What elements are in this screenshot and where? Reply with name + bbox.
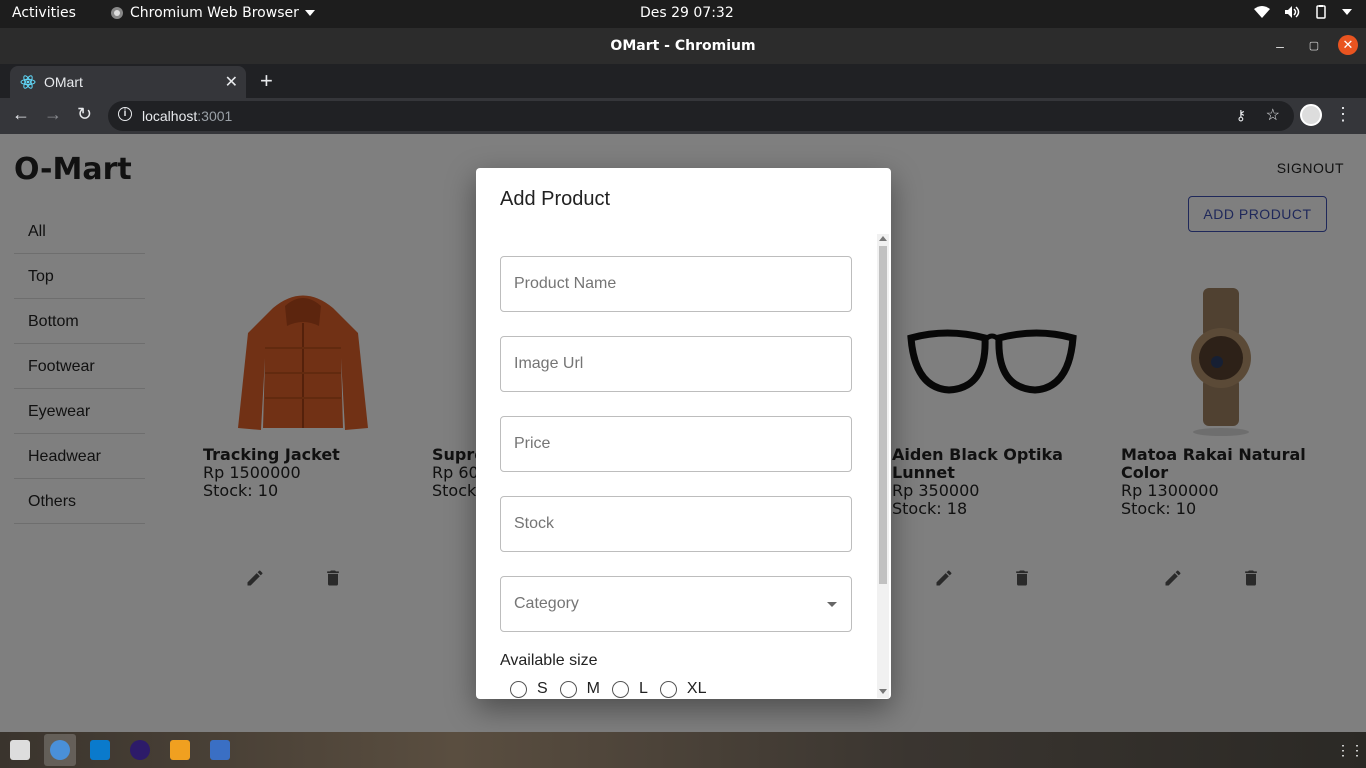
volume-icon <box>1285 6 1300 18</box>
url-text[interactable]: localhost:3001 <box>142 108 232 124</box>
menu-kebab-icon[interactable]: ⋮ <box>1334 104 1352 125</box>
dialog-form: Category Available size S M L XL <box>500 256 852 698</box>
size-radio-l[interactable] <box>612 680 629 698</box>
size-radio-xl[interactable] <box>659 680 677 698</box>
window-title: OMart - Chromium <box>610 38 756 54</box>
product-name-input[interactable] <box>514 257 834 311</box>
forward-icon[interactable]: → <box>44 104 62 125</box>
files-icon[interactable] <box>10 740 30 760</box>
back-icon[interactable]: ← <box>12 104 30 125</box>
browser-toolbar: ← → ↻ i localhost:3001 ⚷ ☆ ⋮ <box>0 98 1366 134</box>
address-bar[interactable]: i localhost:3001 ⚷ ☆ <box>108 101 1294 131</box>
new-tab-icon[interactable]: + <box>260 68 273 94</box>
profile-avatar[interactable] <box>1300 104 1322 126</box>
dialog-title: Add Product <box>500 188 611 210</box>
system-tray[interactable] <box>1254 5 1352 19</box>
price-field <box>500 416 852 472</box>
tab-label: OMart <box>44 74 83 90</box>
wifi-icon <box>1254 6 1270 18</box>
clock[interactable]: Des 29 07:32 <box>640 5 734 21</box>
product-name-field <box>500 256 852 312</box>
app-menu[interactable]: Chromium Web Browser <box>110 5 315 21</box>
activities-button[interactable]: Activities <box>12 5 76 21</box>
app-menu-label: Chromium Web Browser <box>130 5 299 21</box>
scrollbar-thumb[interactable] <box>879 246 887 584</box>
minimize-icon[interactable]: – <box>1270 36 1290 56</box>
chevron-down-icon <box>1342 9 1352 15</box>
chromium-icon[interactable] <box>50 740 70 760</box>
app-grid-icon[interactable]: ⋮⋮ <box>1336 740 1364 760</box>
reload-icon[interactable]: ↻ <box>77 104 92 125</box>
vscode-icon[interactable] <box>90 740 110 760</box>
info-icon[interactable]: i <box>118 107 132 121</box>
size-label-s: S <box>537 680 548 697</box>
window-titlebar: OMart - Chromium – ▢ ✕ <box>0 28 1366 64</box>
battery-icon <box>1316 5 1326 19</box>
maximize-icon[interactable]: ▢ <box>1304 36 1324 56</box>
size-radio-m[interactable] <box>559 680 577 698</box>
image-url-field <box>500 336 852 392</box>
scroll-up-icon[interactable] <box>879 236 887 241</box>
category-select[interactable]: Category <box>500 576 852 632</box>
category-select-label: Category <box>514 595 579 612</box>
size-radio-s[interactable] <box>510 680 527 698</box>
image-url-input[interactable] <box>514 337 834 391</box>
bookmark-star-icon[interactable]: ☆ <box>1266 105 1280 125</box>
postman-icon[interactable] <box>170 740 190 760</box>
price-input[interactable] <box>514 417 834 471</box>
stock-input[interactable] <box>514 497 834 551</box>
system-top-bar: Activities Chromium Web Browser Des 29 0… <box>0 0 1366 28</box>
size-label-xl: XL <box>686 680 707 697</box>
available-size-label: Available size <box>500 652 598 669</box>
scroll-down-icon[interactable] <box>879 689 887 694</box>
close-tab-icon[interactable]: ✕ <box>225 72 238 92</box>
chevron-down-icon <box>304 10 315 16</box>
size-radio-group: S M L XL <box>510 680 852 698</box>
text-editor-icon[interactable] <box>210 740 230 760</box>
key-icon[interactable]: ⚷ <box>1236 107 1246 124</box>
stock-field <box>500 496 852 552</box>
size-label-m: M <box>586 680 600 697</box>
close-window-icon[interactable]: ✕ <box>1338 35 1358 55</box>
add-product-dialog: Add Product Category Available size S M <box>476 168 891 699</box>
app-icon[interactable] <box>130 740 150 760</box>
chromium-icon <box>111 7 123 19</box>
tab-strip: OMart ✕ + <box>0 64 1366 98</box>
dropdown-arrow-icon <box>827 602 837 607</box>
dock: ⋮⋮ <box>0 732 1366 768</box>
size-label-l: L <box>639 680 648 697</box>
react-icon <box>20 75 36 89</box>
tab-omart[interactable]: OMart ✕ <box>10 66 246 98</box>
web-page: O-Mart SIGNOUT ADD PRODUCT All Top Botto… <box>0 134 1366 732</box>
dialog-scrollbar[interactable] <box>877 234 889 698</box>
